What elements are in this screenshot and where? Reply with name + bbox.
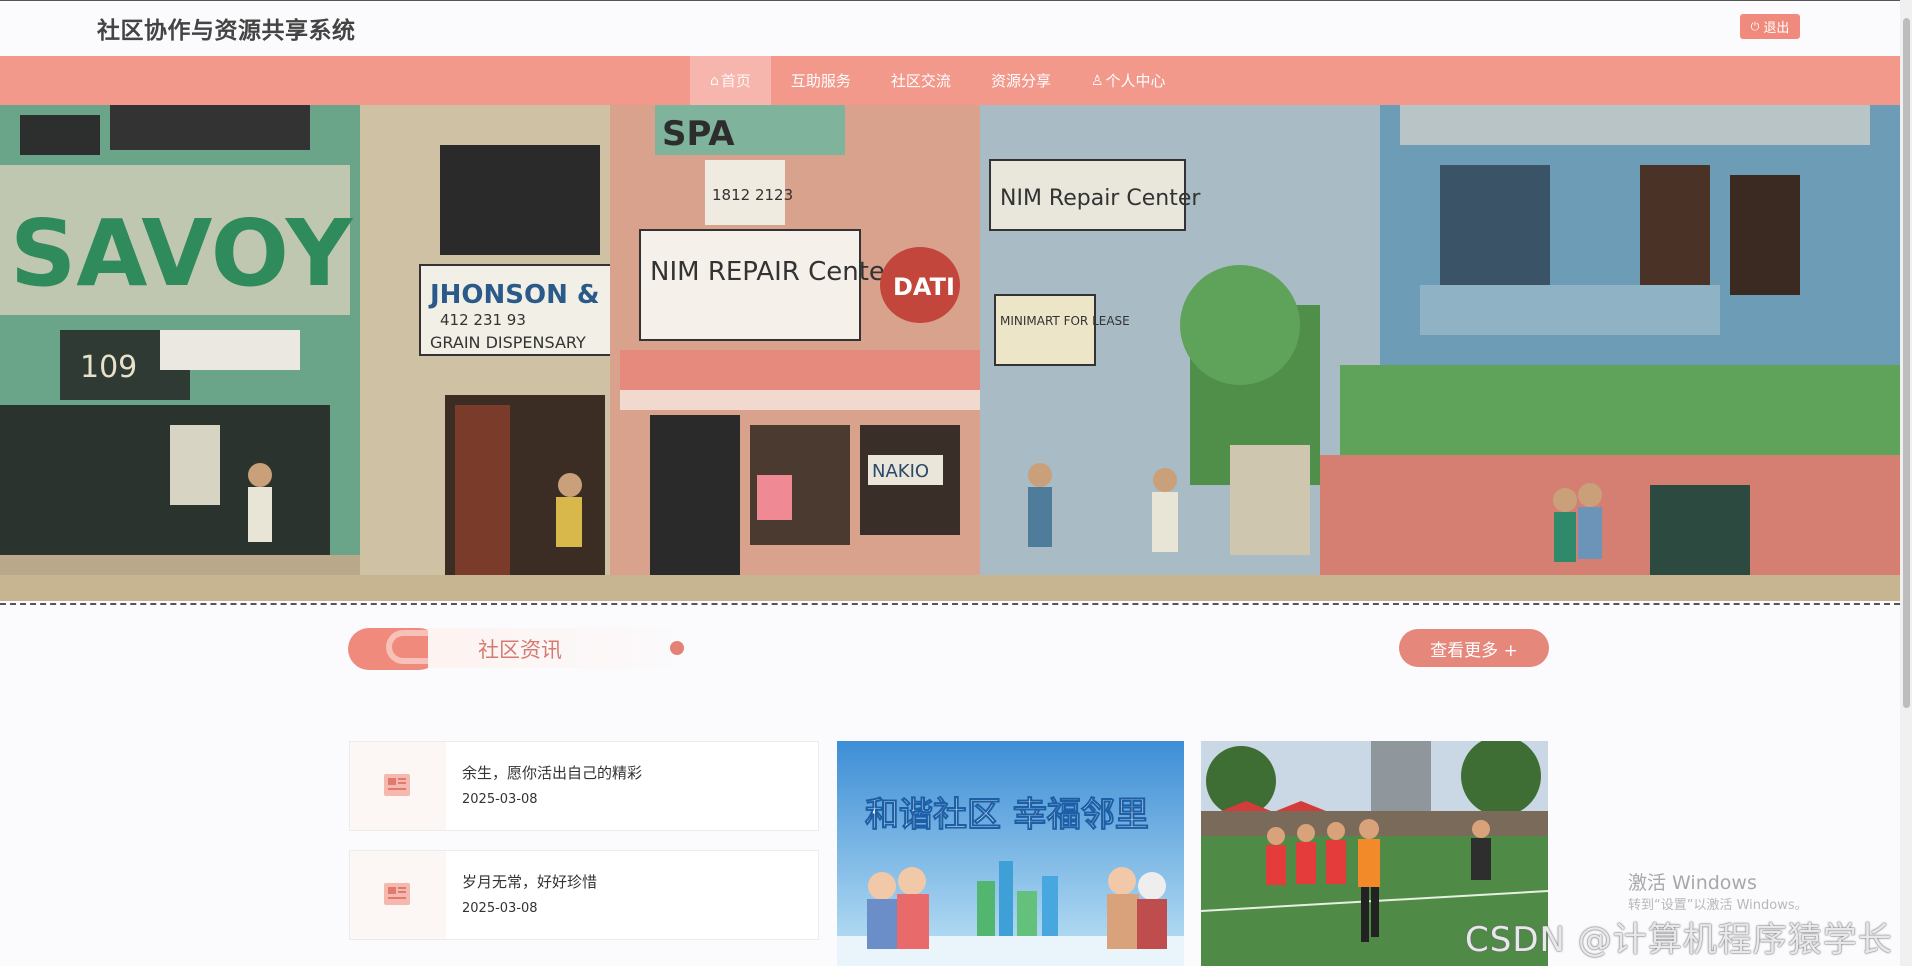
- sign-phone: 412 231 93: [440, 311, 526, 329]
- sign-savoy: SAVOY: [10, 200, 354, 307]
- news-title[interactable]: 岁月无常，好好珍惜: [462, 871, 597, 892]
- view-more-button[interactable]: 查看更多 +: [1399, 629, 1549, 667]
- sign-nim-repair-2: NIM Repair Center: [1000, 186, 1201, 211]
- poster-caption: 和谐社区 幸福邻里: [865, 795, 1149, 835]
- logout-label: 退出: [1763, 21, 1790, 36]
- street-illustration: SAVOY 109 JHONSON & CO. 412 231 93 GRAIN…: [0, 105, 1900, 601]
- sign-numbers: 1812 2123: [712, 186, 793, 204]
- news-date: 2025-03-08: [462, 792, 538, 807]
- nav-item-label: 社区交流: [890, 72, 951, 90]
- community-poster-image: 和谐社区 幸福邻里: [837, 741, 1184, 966]
- news-photo[interactable]: 和谐社区 幸福邻里: [837, 741, 1184, 966]
- csdn-watermark: CSDN @计算机程序猿学长: [1465, 920, 1893, 960]
- nav-item-home[interactable]: ⌂ 首页: [690, 56, 771, 105]
- news-icon-box: [350, 851, 446, 939]
- nav-item-label: 资源分享: [990, 72, 1051, 90]
- site-title: 社区协作与资源共享系统: [97, 18, 356, 44]
- section-heading: 社区资讯: [348, 626, 688, 670]
- sign-grain: GRAIN DISPENSARY: [430, 333, 586, 352]
- windows-activation-subtitle: 转到“设置”以激活 Windows。: [1628, 898, 1808, 913]
- nav-item-label: 个人中心: [1105, 72, 1166, 90]
- power-icon: ⏻: [1750, 19, 1760, 33]
- nav-item-mutual-aid[interactable]: 互助服务: [771, 56, 871, 105]
- news-item[interactable]: 余生，愿你活出自己的精彩 2025-03-08: [349, 741, 819, 831]
- top-header: 社区协作与资源共享系统 ⏻ 退出: [0, 0, 1900, 57]
- sign-nakio: NAKIO: [872, 461, 929, 482]
- nav-item-community-exchange[interactable]: 社区交流: [871, 56, 971, 105]
- news-title[interactable]: 余生，愿你活出自己的精彩: [462, 762, 642, 783]
- page-scrollbar[interactable]: [1900, 0, 1912, 966]
- nav-item-personal-center[interactable]: ♙ 个人中心: [1071, 56, 1186, 105]
- sign-spa: SPA: [662, 114, 735, 154]
- heading-dot: [670, 641, 684, 655]
- newspaper-icon: [384, 883, 410, 905]
- news-item[interactable]: 岁月无常，好好珍惜 2025-03-08: [349, 850, 819, 940]
- nav-item-resource-sharing[interactable]: 资源分享: [971, 56, 1071, 105]
- sign-nim-repair: NIM REPAIR Center: [650, 257, 896, 287]
- home-icon: ⌂: [710, 72, 719, 89]
- section-title: 社区资讯: [478, 638, 562, 662]
- nav-item-label: 首页: [720, 72, 751, 90]
- windows-activation-title: 激活 Windows: [1628, 872, 1757, 894]
- sign-109: 109: [80, 350, 137, 385]
- hero-banner[interactable]: SAVOY 109 JHONSON & CO. 412 231 93 GRAIN…: [0, 105, 1900, 605]
- main-nav: ⌂ 首页 互助服务 社区交流 资源分享 ♙ 个人中心: [0, 56, 1900, 105]
- news-icon-box: [350, 742, 446, 830]
- nav-item-label: 互助服务: [790, 72, 851, 90]
- sign-minimart: MINIMART FOR LEASE: [1000, 314, 1130, 328]
- newspaper-icon: [384, 774, 410, 796]
- user-icon: ♙: [1090, 72, 1104, 89]
- scrollbar-thumb[interactable]: [1903, 18, 1910, 708]
- logout-button[interactable]: ⏻ 退出: [1740, 14, 1800, 39]
- news-date: 2025-03-08: [462, 901, 538, 916]
- sign-dati: DATI: [893, 273, 955, 301]
